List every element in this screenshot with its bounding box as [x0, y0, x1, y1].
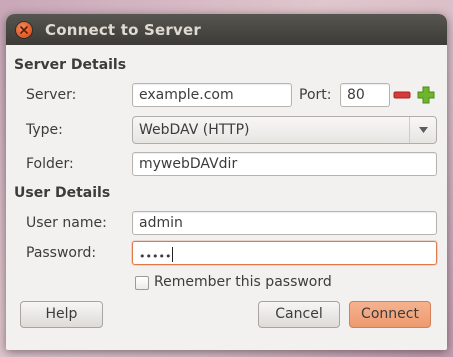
plus-icon: [417, 86, 435, 104]
username-label: User name:: [26, 215, 107, 231]
type-value: WebDAV (HTTP): [139, 122, 250, 138]
close-icon: [20, 26, 28, 34]
port-value: 80: [347, 87, 365, 103]
connect-to-server-dialog: Connect to Server Server Details Server:…: [6, 14, 447, 350]
connect-button[interactable]: Connect: [349, 301, 431, 328]
chevron-down-icon: [419, 127, 428, 133]
remember-password-checkbox[interactable]: [135, 276, 149, 290]
server-details-heading: Server Details: [14, 57, 127, 73]
server-value: example.com: [139, 87, 234, 103]
type-dropdown-arrow[interactable]: [409, 117, 436, 143]
titlebar: Connect to Server: [6, 14, 447, 45]
password-label: Password:: [26, 245, 97, 261]
server-input[interactable]: example.com: [132, 83, 292, 107]
window-title: Connect to Server: [45, 21, 201, 39]
port-spinbox[interactable]: 80: [340, 83, 390, 107]
minus-icon: [393, 91, 411, 99]
username-value: admin: [139, 215, 183, 231]
server-label: Server:: [26, 87, 77, 103]
remember-password-label[interactable]: Remember this password: [154, 274, 332, 290]
help-button[interactable]: Help: [20, 301, 103, 328]
port-label: Port:: [299, 87, 332, 103]
text-caret: [172, 247, 174, 262]
type-label: Type:: [26, 122, 63, 138]
close-button[interactable]: [16, 22, 32, 38]
cancel-button[interactable]: Cancel: [258, 301, 340, 328]
password-value: •••••: [139, 250, 172, 263]
type-select[interactable]: WebDAV (HTTP): [132, 116, 437, 144]
port-decrement-button[interactable]: [392, 85, 412, 105]
password-input[interactable]: •••••: [132, 241, 437, 265]
folder-input[interactable]: mywebDAVdir: [132, 152, 437, 176]
folder-value: mywebDAVdir: [139, 156, 238, 172]
user-details-heading: User Details: [14, 185, 111, 201]
folder-label: Folder:: [26, 156, 74, 172]
username-input[interactable]: admin: [132, 211, 437, 235]
port-increment-button[interactable]: [416, 85, 436, 105]
